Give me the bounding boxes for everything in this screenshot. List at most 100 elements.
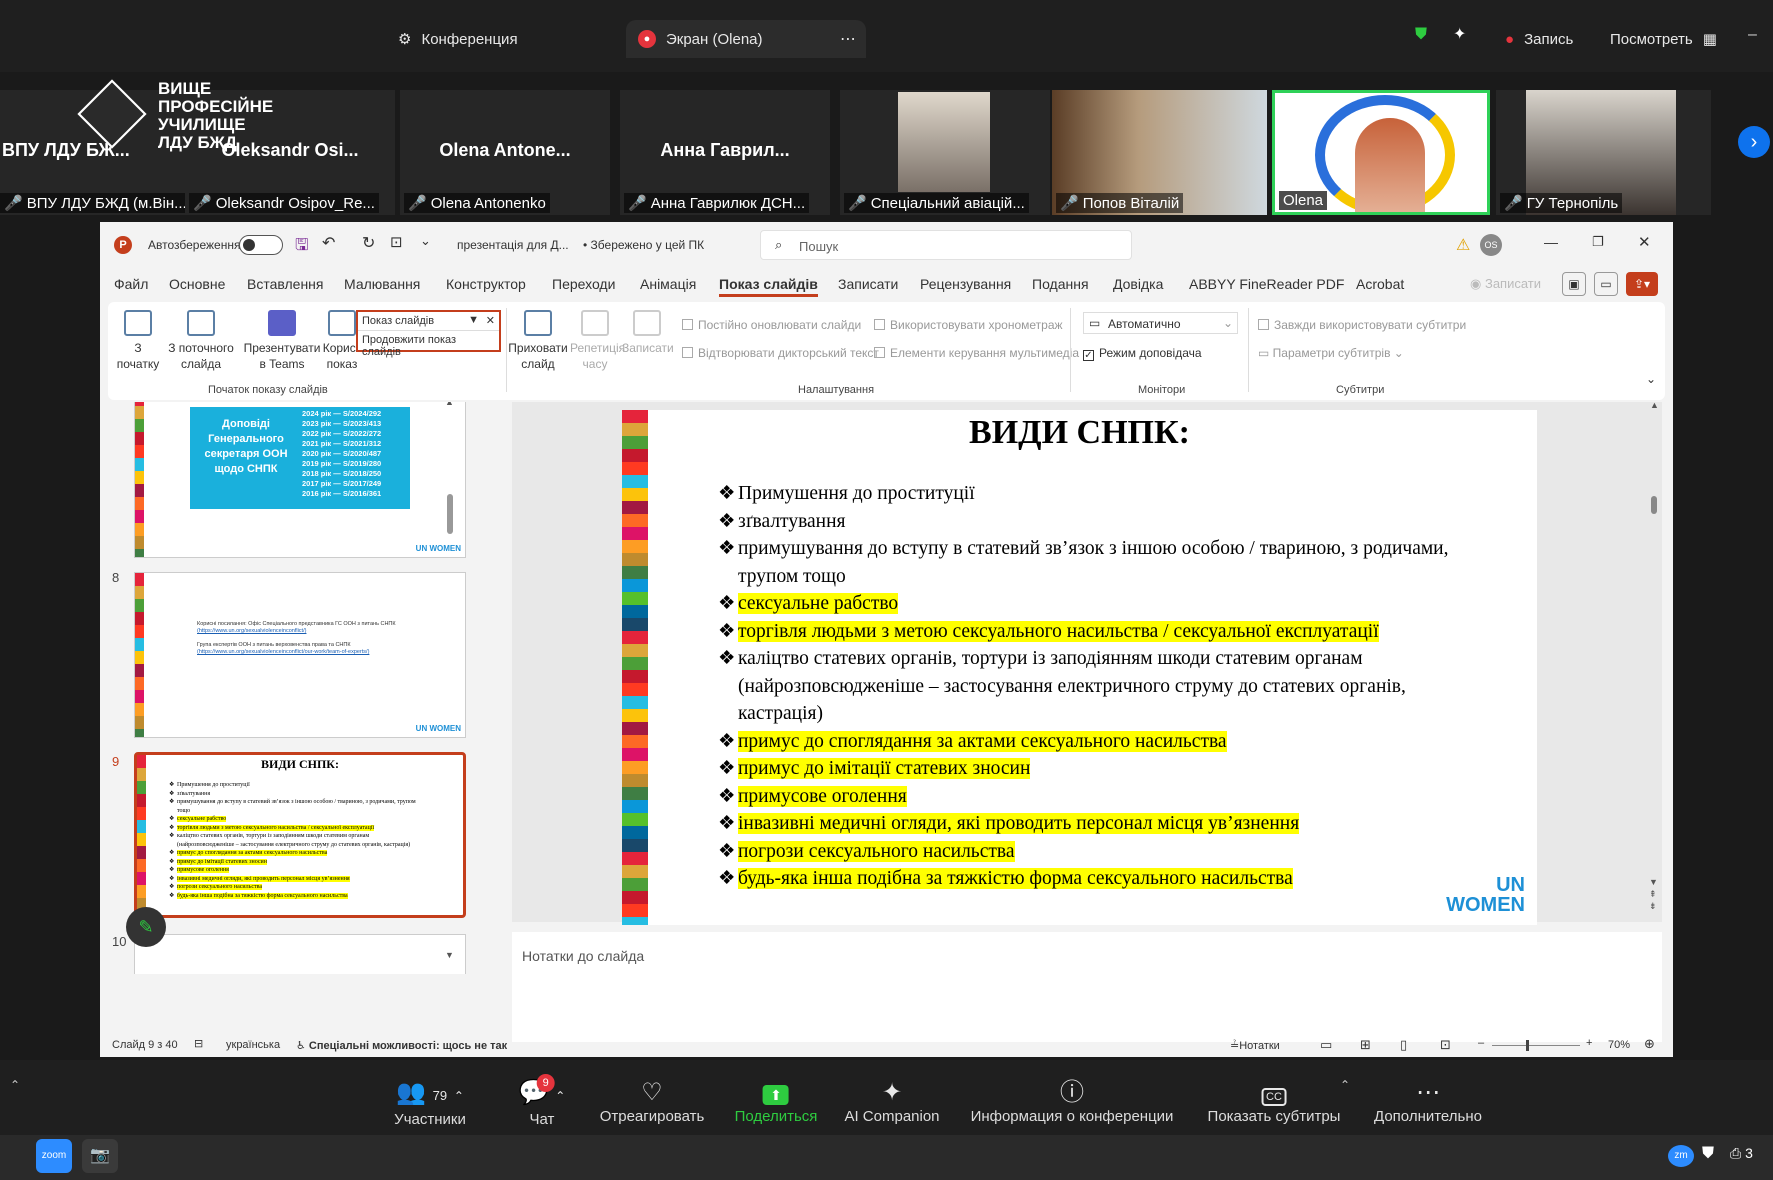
participants-icon: 👥 bbox=[396, 1079, 427, 1106]
search-box[interactable]: ⌕ Пошук bbox=[760, 230, 1132, 260]
next-page-arrow-icon[interactable]: › bbox=[1738, 126, 1770, 158]
slideshow-view-icon[interactable]: ⊡ bbox=[1440, 1037, 1451, 1053]
close-icon[interactable]: ✕ bbox=[486, 314, 495, 327]
meeting-info-button[interactable]: ⓘ Информация о конференции bbox=[971, 1078, 1174, 1125]
tab-record[interactable]: Записати bbox=[838, 276, 898, 292]
chat-button[interactable]: 💬 9 ⌃ Чат bbox=[519, 1074, 565, 1128]
participant-tile-active-speaker[interactable]: Olena bbox=[1272, 90, 1490, 215]
media-controls-checkbox[interactable]: Елементи керування мультимедіа bbox=[874, 346, 1079, 360]
accessibility-status[interactable]: ♿ Спеціальні можливості: щось не так bbox=[296, 1039, 507, 1052]
current-slide[interactable]: ВИДИ СНПК: ❖ Примушення до проституції ❖ зґ… bbox=[622, 410, 1537, 925]
always-refresh-checkbox[interactable]: Постійно оновлювати слайди bbox=[682, 318, 861, 332]
thumbnails-scrollbar[interactable]: ▲ ▼ bbox=[445, 402, 455, 1022]
shield-tray-icon[interactable]: ⛊ bbox=[1702, 1145, 1714, 1163]
slide-sorter-icon[interactable]: ⊞ bbox=[1360, 1037, 1371, 1053]
rehearse-timings-button[interactable]: Репетиція часу bbox=[570, 310, 625, 372]
participant-tile[interactable]: 🎤 Попов Віталій bbox=[1052, 90, 1267, 215]
resume-slideshow-item[interactable]: Продовжити показ слайдів bbox=[358, 331, 499, 361]
ai-companion-button[interactable]: ✦ AI Companion bbox=[844, 1078, 939, 1125]
avatar[interactable]: OS bbox=[1480, 234, 1502, 256]
notes-toggle[interactable]: ≟Нотатки bbox=[1230, 1039, 1280, 1052]
from-start-button[interactable]: З початку bbox=[116, 310, 160, 372]
present-icon[interactable]: ⊡ bbox=[390, 233, 403, 251]
always-subtitles-checkbox[interactable]: Завжди використовувати субтитри bbox=[1258, 318, 1466, 332]
redo-icon[interactable]: ↻ bbox=[362, 233, 375, 253]
from-current-button[interactable]: З поточного слайда bbox=[166, 310, 236, 372]
restore-window-icon[interactable]: ❐ bbox=[1592, 234, 1604, 250]
emblem-icon bbox=[77, 79, 147, 149]
tab-animations[interactable]: Анімація bbox=[640, 276, 696, 292]
tab-design[interactable]: Конструктор bbox=[446, 276, 526, 292]
zoom-tray-icon[interactable]: zm bbox=[1668, 1145, 1694, 1167]
present-in-teams-button[interactable]: Презентувати в Teams bbox=[242, 310, 322, 372]
more-options-icon[interactable]: ⋯ bbox=[840, 29, 856, 49]
tab-conference[interactable]: ⚙ Конференция bbox=[398, 20, 518, 58]
tab-abbyy[interactable]: ABBYY FineReader PDF bbox=[1189, 276, 1344, 292]
participant-tile[interactable]: 🎤 Спеціальний авіацій... bbox=[840, 90, 1050, 215]
zoom-out-icon[interactable]: – bbox=[1478, 1037, 1484, 1049]
tab-view[interactable]: Подання bbox=[1032, 276, 1089, 292]
record-slideshow-button[interactable]: Записати bbox=[622, 310, 674, 356]
monitor-select[interactable]: ▭ Автоматично ⌄ bbox=[1083, 312, 1238, 334]
minimize-icon[interactable]: – bbox=[1748, 26, 1757, 44]
play-narrations-checkbox[interactable]: Відтворювати дикторський текст bbox=[682, 346, 879, 360]
react-button[interactable]: ♡ Отреагировать bbox=[600, 1078, 705, 1125]
share-button[interactable]: ⇪▾ bbox=[1626, 272, 1658, 296]
participant-tile[interactable]: Olena Antone... 🎤 Olena Antonenko bbox=[400, 90, 610, 215]
warning-icon[interactable]: ⚠ bbox=[1456, 235, 1470, 255]
sparkle-icon[interactable]: ✦ bbox=[1453, 24, 1466, 44]
undo-icon[interactable]: ↶ bbox=[322, 233, 335, 253]
printer-tray-icon[interactable]: ⎙ 3 bbox=[1730, 1145, 1753, 1162]
chevron-up-icon[interactable]: ⌃ bbox=[10, 1078, 20, 1092]
record-button[interactable]: ◉ Записати bbox=[1470, 276, 1541, 292]
spellcheck-icon[interactable]: ⊟ bbox=[194, 1037, 203, 1050]
slide-thumbnail[interactable]: Доповіді Генерального секретаря ООН щодо… bbox=[134, 402, 466, 558]
reading-view-icon[interactable]: ▯ bbox=[1400, 1037, 1407, 1053]
use-timings-checkbox[interactable]: Використовувати хронометраж bbox=[874, 318, 1063, 332]
zoom-app-icon[interactable]: zoom bbox=[36, 1139, 72, 1173]
tab-acrobat[interactable]: Acrobat bbox=[1356, 276, 1404, 292]
hide-slide-button[interactable]: Приховати слайд bbox=[508, 310, 568, 372]
tab-screen-share[interactable]: ● Экран (Olena) ⋯ bbox=[626, 20, 866, 58]
participants-button[interactable]: 👥 79 ⌃ Участники bbox=[394, 1078, 466, 1128]
tab-transitions[interactable]: Переходи bbox=[552, 276, 615, 292]
slide-thumbnail[interactable]: Корисні посилання: Офіс Спеціального пре… bbox=[134, 572, 466, 738]
record-indicator[interactable]: ● Запись bbox=[1505, 20, 1573, 58]
zoom-slider[interactable] bbox=[1492, 1040, 1580, 1051]
tab-help[interactable]: Довідка bbox=[1113, 276, 1163, 292]
save-icon[interactable]: 🖫 bbox=[295, 234, 309, 261]
fit-to-window-icon[interactable]: ⊕ bbox=[1644, 1036, 1655, 1052]
camera-icon[interactable]: ▣ bbox=[1562, 272, 1586, 296]
slide-bullets[interactable]: ❖ Примушення до проституції ❖ зґвалтування ❖… bbox=[718, 480, 1488, 893]
pen-tool-icon[interactable]: ✎ bbox=[126, 907, 166, 947]
participant-tile[interactable]: 🎤 ГУ Тернопіль bbox=[1496, 90, 1711, 215]
collapse-ribbon-icon[interactable]: ⌄ bbox=[1646, 372, 1656, 386]
zoom-in-icon[interactable]: + bbox=[1586, 1037, 1592, 1049]
slide-title[interactable]: ВИДИ СНПК: bbox=[622, 414, 1537, 452]
close-window-icon[interactable]: ✕ bbox=[1638, 233, 1651, 251]
autosave-toggle[interactable] bbox=[239, 235, 283, 255]
share-screen-button[interactable]: ⬆ Поделиться bbox=[735, 1078, 817, 1125]
slide-scrollbar[interactable]: ▲ ▼ ⇞ ⇟ bbox=[1648, 400, 1660, 922]
chevron-up-icon[interactable]: ⌃ bbox=[1340, 1078, 1350, 1092]
slide-thumbnail-selected[interactable]: ВИДИ СНПК: ❖ Примушення до проституції ❖ зґ… bbox=[134, 752, 466, 918]
show-captions-button[interactable]: CC Показать субтитры bbox=[1208, 1078, 1340, 1125]
more-button[interactable]: ⋯ Дополнительно bbox=[1374, 1078, 1482, 1125]
tab-home[interactable]: Основне bbox=[169, 276, 225, 292]
camera-app-icon[interactable]: 📷 bbox=[82, 1139, 118, 1173]
slide-thumbnail[interactable] bbox=[134, 934, 466, 974]
subtitle-settings-button[interactable]: ▭ Параметри субтитрів ⌄ bbox=[1258, 346, 1404, 360]
participant-tile[interactable]: Анна Гаврил... 🎤 Анна Гаврилюк ДСН... bbox=[620, 90, 830, 215]
normal-view-icon[interactable]: ▭ bbox=[1320, 1037, 1332, 1053]
presenter-view-checkbox[interactable]: ✓ Режим доповідача bbox=[1083, 346, 1202, 361]
notes-pane[interactable]: Нотатки до слайда bbox=[512, 932, 1662, 1042]
view-button[interactable]: Посмотреть ▦ bbox=[1610, 20, 1717, 58]
customize-qat-icon[interactable]: ⌄ bbox=[420, 233, 431, 249]
tab-insert[interactable]: Вставлення bbox=[247, 276, 324, 292]
comments-icon[interactable]: ▭ bbox=[1594, 272, 1618, 296]
tab-review[interactable]: Рецензування bbox=[920, 276, 1011, 292]
tab-slideshow[interactable]: Показ слайдів bbox=[719, 276, 818, 297]
tab-file[interactable]: Файл bbox=[114, 276, 148, 292]
tab-draw[interactable]: Малювання bbox=[344, 276, 420, 292]
minimize-window-icon[interactable]: — bbox=[1544, 234, 1558, 250]
